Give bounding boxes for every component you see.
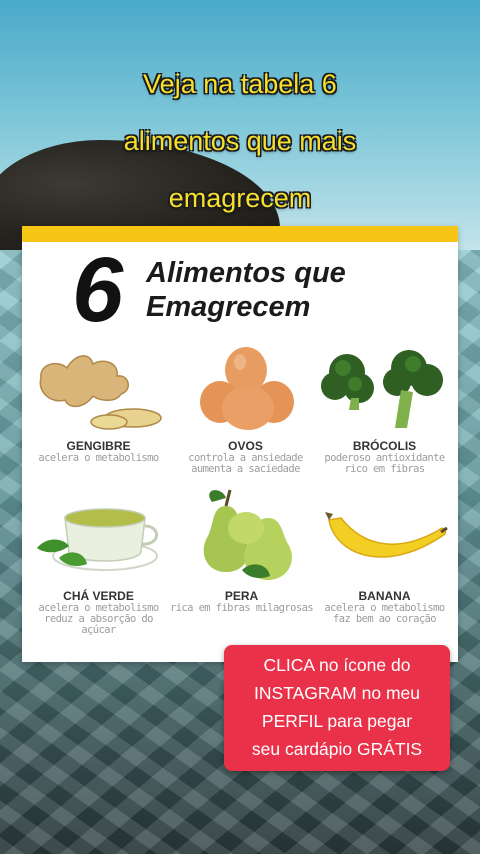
food-item-banana: BANANA acelera o metabolismo faz bem ao … [312,484,457,625]
cta-line-2: INSTAGRAM no meu [254,683,420,703]
card-number: 6 [72,239,124,341]
headline: Veja na tabela 6 alimentos que mais emag… [40,56,440,227]
food-desc: faz bem ao coração [333,613,437,625]
pear-icon [203,489,292,580]
instagram-cta-banner[interactable]: CLICA no ícone do INSTAGRAM no meu PERFI… [224,645,450,771]
cta-line-1: CLICA no ícone do [263,655,411,675]
food-item-pear: PERA rica em fibras milagrosas [169,484,314,614]
food-item-eggs: OVOS controla a ansiedade aumenta a saci… [173,338,318,475]
headline-line-2: alimentos que mais [123,126,357,156]
green-tea-icon [36,508,158,571]
food-desc: acelera o metabolismo [38,452,159,464]
cta-line-3: PERFIL para pegar [261,711,413,731]
eggs-icon [199,347,294,430]
food-item-green-tea: CHÁ VERDE acelera o metabolismo reduz a … [26,484,171,636]
banana-icon [324,512,448,558]
card-title: 6 Alimentos que Emagrecem [72,244,432,336]
ginger-icon [39,355,162,430]
food-desc: rico em fibras [344,463,425,475]
broccoli-icon [320,350,443,428]
card-title-line-1: Alimentos que [146,257,346,289]
cta-line-4: seu cardápio GRÁTIS [251,739,423,759]
food-table-card: 6 Alimentos que Emagrecem GENGIBRE acele… [22,226,458,662]
card-title-text: Alimentos que Emagrecem [146,256,346,324]
food-desc: reduz a absorção do açúcar [44,613,153,636]
food-desc: rica em fibras milagrosas [169,602,314,614]
headline-line-3: emagrecem [168,183,312,213]
card-title-line-2: Emagrecem [146,291,311,323]
food-desc: aumenta a saciedade [191,463,300,475]
food-item-ginger: GENGIBRE acelera o metabolismo [26,338,171,464]
headline-line-1: Veja na tabela 6 [143,69,337,99]
food-item-broccoli: BRÓCOLIS poderoso antioxidante rico em f… [312,338,457,475]
